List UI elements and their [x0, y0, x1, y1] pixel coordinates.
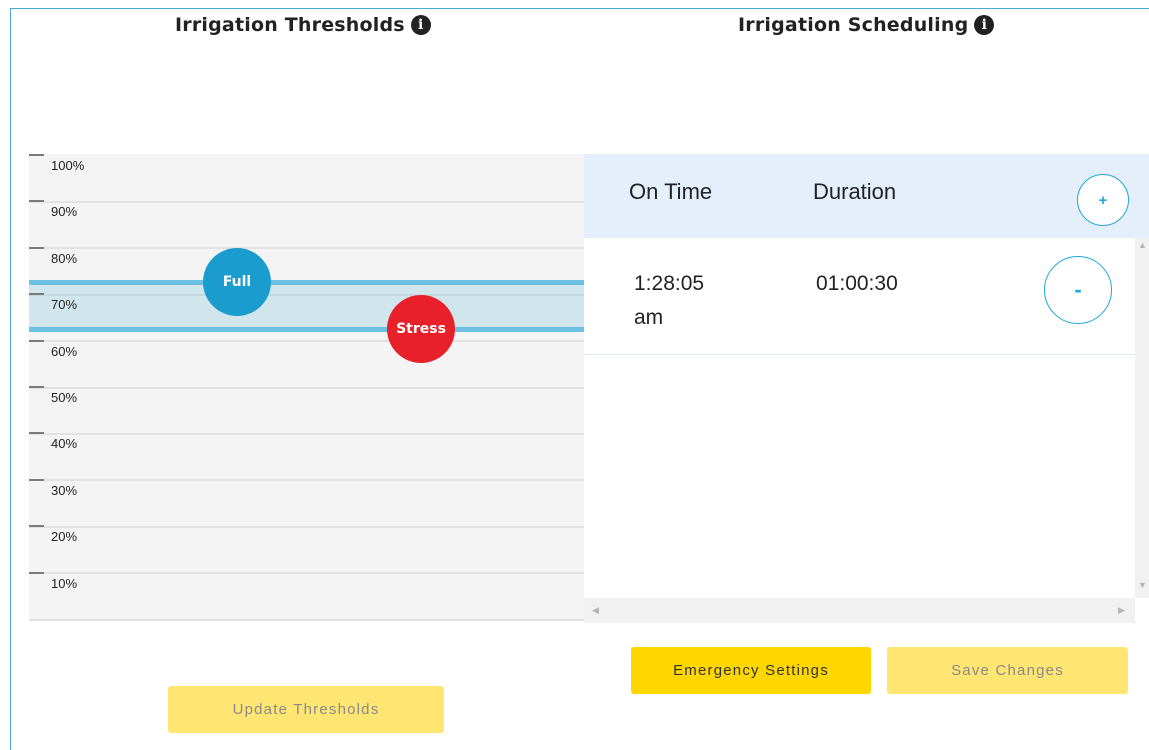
axis-tick: [29, 339, 44, 342]
duration-cell[interactable]: 01:00:30: [816, 267, 898, 301]
vertical-scrollbar[interactable]: ▲ ▼: [1135, 238, 1149, 598]
y-axis-tick-label: 30%: [51, 482, 78, 498]
axis-tick: [29, 200, 44, 203]
update-thresholds-label: Update Thresholds: [232, 701, 380, 718]
horizontal-scrollbar[interactable]: ◀ ▶: [584, 598, 1135, 623]
scheduling-title: Irrigation Scheduling i: [738, 14, 995, 36]
gridline: [29, 525, 584, 528]
on-time-value: 1:28:05: [634, 272, 705, 295]
axis-tick: [29, 432, 44, 435]
scroll-up-icon[interactable]: ▲: [1138, 240, 1147, 250]
axis-tick: [29, 571, 44, 574]
gridline: [29, 247, 584, 250]
gridline: [29, 201, 584, 203]
y-axis-tick-label: 40%: [51, 436, 78, 452]
axis-tick: [29, 478, 44, 481]
axis-tick: [29, 386, 44, 388]
schedule-body: 1:28:05 am 01:00:30 -: [584, 238, 1135, 598]
y-axis-tick-label: 90%: [51, 204, 78, 220]
on-time-cell[interactable]: 1:28:05 am: [634, 267, 704, 335]
axis-tick: [29, 154, 44, 156]
threshold-chart: Full Stress 100% 90% 80% 70% 60% 50% 40% 30% 20%…: [29, 154, 584, 621]
full-threshold-handle[interactable]: Full: [203, 248, 271, 317]
y-axis-tick-label: 100%: [51, 158, 85, 173]
full-handle-label: Full: [222, 274, 252, 291]
remove-schedule-button[interactable]: -: [1044, 256, 1112, 324]
emergency-settings-label: Emergency Settings: [673, 662, 829, 679]
y-axis-tick-label: 10%: [51, 575, 78, 591]
stress-handle-label: Stress: [396, 320, 446, 337]
gridline: [29, 572, 584, 575]
gridline: [29, 433, 584, 435]
axis-tick: [29, 293, 44, 296]
table-row: 1:28:05 am 01:00:30 -: [584, 238, 1135, 355]
info-icon[interactable]: i: [410, 15, 431, 35]
scroll-left-icon[interactable]: ◀: [592, 605, 599, 616]
gridline: [29, 479, 584, 482]
thresholds-title-text: Irrigation Thresholds: [175, 14, 405, 36]
stress-threshold-line[interactable]: [29, 326, 584, 332]
y-axis-tick-label: 60%: [51, 343, 78, 359]
schedule-header: On Time Duration +: [584, 154, 1149, 238]
column-header-on-time: On Time: [629, 179, 713, 204]
add-schedule-button[interactable]: +: [1077, 174, 1129, 226]
schedule-table: On Time Duration + 1:28:05 am 01:00:30 -…: [584, 154, 1149, 623]
emergency-settings-button[interactable]: Emergency Settings: [631, 647, 871, 694]
y-axis-tick-label: 70%: [51, 297, 78, 313]
y-axis-tick-label: 20%: [51, 529, 78, 545]
on-time-period: am: [634, 306, 664, 329]
update-thresholds-button[interactable]: Update Thresholds: [168, 686, 444, 733]
scheduling-title-text: Irrigation Scheduling: [738, 14, 969, 36]
plus-icon: +: [1098, 191, 1108, 209]
minus-icon: -: [1074, 277, 1082, 302]
scroll-down-icon[interactable]: ▼: [1138, 580, 1147, 590]
column-header-duration: Duration: [813, 179, 897, 204]
gridline: [29, 340, 584, 343]
threshold-band: [29, 282, 584, 329]
full-threshold-line[interactable]: [29, 280, 584, 286]
stress-threshold-handle[interactable]: Stress: [387, 294, 455, 363]
save-changes-button[interactable]: Save Changes: [887, 647, 1128, 694]
axis-tick: [29, 525, 44, 528]
gridline: [29, 618, 584, 621]
thresholds-title: Irrigation Thresholds i: [175, 14, 431, 36]
y-axis-tick-label: 80%: [51, 250, 78, 266]
save-changes-label: Save Changes: [951, 662, 1064, 679]
axis-tick: [29, 246, 44, 249]
y-axis-tick-label: 50%: [51, 390, 78, 405]
info-icon[interactable]: i: [974, 15, 995, 35]
gridline: [29, 386, 584, 389]
scroll-right-icon[interactable]: ▶: [1118, 605, 1125, 616]
